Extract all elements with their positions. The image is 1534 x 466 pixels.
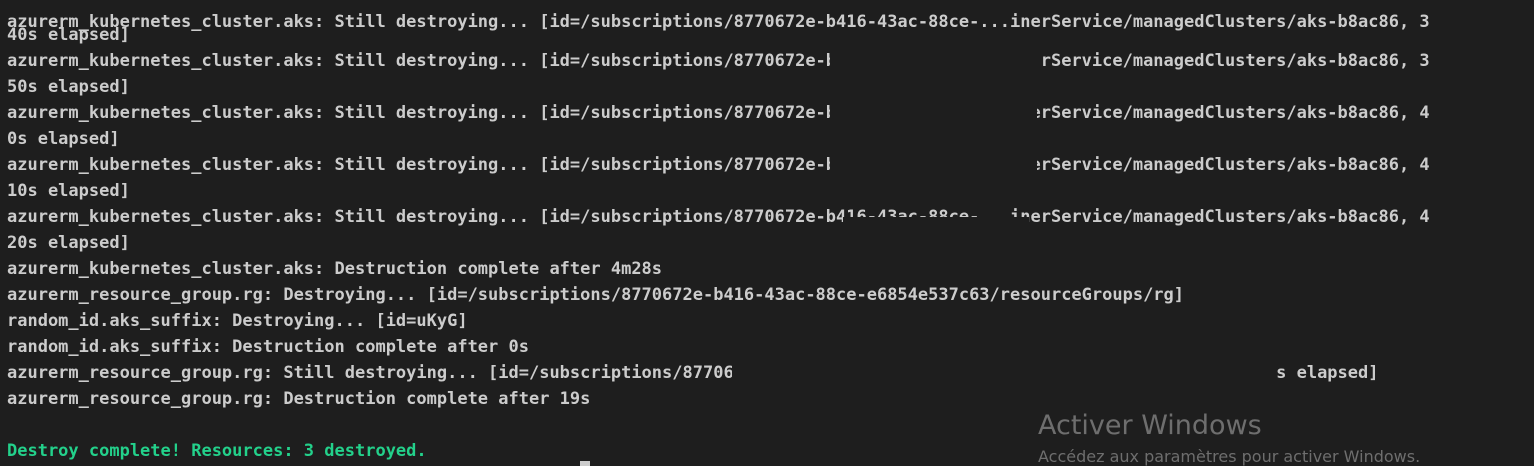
output-line-text: azurerm_kubernetes_cluster.aks: Destruct… xyxy=(7,259,663,279)
output-line: 50s elapsed] xyxy=(7,74,130,100)
output-line-text: azurerm_kubernetes_cluster.aks: Still de… xyxy=(7,103,1430,123)
output-line: 10s elapsed] xyxy=(7,178,130,204)
output-line: azurerm_kubernetes_cluster.aks: Still de… xyxy=(7,9,1430,35)
terminal-cursor xyxy=(580,461,590,466)
output-line: azurerm_resource_group.rg: Still destroy… xyxy=(7,360,1378,386)
output-line-text: azurerm_resource_group.rg: Destruction c… xyxy=(7,389,591,409)
output-line-text: azurerm_kubernetes_cluster.aks: Still de… xyxy=(7,51,1430,71)
redaction-block xyxy=(732,363,1277,383)
output-line-text: azurerm_resource_group.rg: Destroying...… xyxy=(7,285,1185,305)
redaction-block xyxy=(843,217,1029,223)
output-line-text: 0s elapsed] xyxy=(7,129,120,149)
output-line: 20s elapsed] xyxy=(7,230,130,256)
windows-activation-watermark: Activer Windows Accédez aux paramètres p… xyxy=(1038,408,1420,466)
destroy-complete-message: Destroy complete! Resources: 3 destroyed… xyxy=(7,438,427,464)
watermark-subtitle: Accédez aux paramètres pour activer Wind… xyxy=(1038,447,1421,466)
output-line-text: azurerm_kubernetes_cluster.aks: Still de… xyxy=(7,12,1430,32)
output-line: random_id.aks_suffix: Destroying... [id=… xyxy=(7,308,468,334)
output-line: azurerm_kubernetes_cluster.aks: Still de… xyxy=(7,48,1430,74)
output-line-text: 40s elapsed] xyxy=(7,25,130,45)
output-line: azurerm_resource_group.rg: Destroying...… xyxy=(7,282,1184,308)
output-line: azurerm_kubernetes_cluster.aks: Destruct… xyxy=(7,256,662,282)
output-line: azurerm_kubernetes_cluster.aks: Still de… xyxy=(7,152,1430,178)
output-line-text: 50s elapsed] xyxy=(7,77,130,97)
watermark-title: Activer Windows xyxy=(1038,410,1262,441)
output-line-text: random_id.aks_suffix: Destruction comple… xyxy=(7,337,529,357)
output-line-text: azurerm_kubernetes_cluster.aks: Still de… xyxy=(7,155,1430,175)
output-line-text: azurerm_kubernetes_cluster.aks: Still de… xyxy=(7,207,1430,227)
output-line: 0s elapsed] xyxy=(7,126,120,152)
redaction-block xyxy=(830,155,1037,175)
output-line-text: Destroy complete! Resources: 3 destroyed… xyxy=(7,441,427,461)
redaction-block xyxy=(830,51,1042,71)
output-line: random_id.aks_suffix: Destruction comple… xyxy=(7,334,529,360)
output-line-text: random_id.aks_suffix: Destroying... [id=… xyxy=(7,311,468,331)
output-line-text: 10s elapsed] xyxy=(7,181,130,201)
output-line: azurerm_resource_group.rg: Destruction c… xyxy=(7,386,590,412)
redaction-block xyxy=(830,103,1037,123)
output-line: 40s elapsed] xyxy=(7,22,130,48)
output-line: azurerm_kubernetes_cluster.aks: Still de… xyxy=(7,100,1430,126)
output-line: azurerm_kubernetes_cluster.aks: Still de… xyxy=(7,204,1430,230)
output-line-text: 20s elapsed] xyxy=(7,233,130,253)
terminal-output[interactable]: azurerm_kubernetes_cluster.aks: Still de… xyxy=(0,0,1534,466)
